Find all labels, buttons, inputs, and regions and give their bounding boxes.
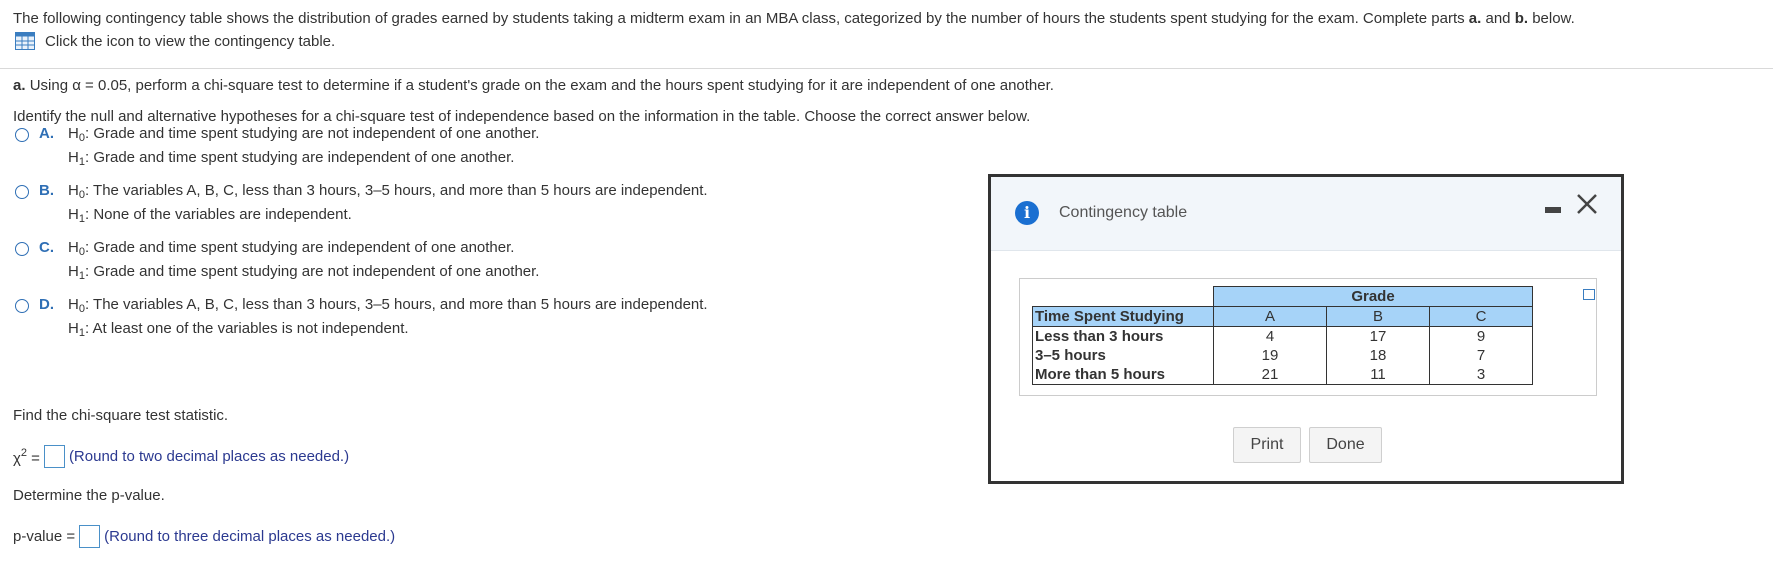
grade-group-header: Grade	[1213, 286, 1533, 307]
option-a-h1: H1: Grade and time spent studying are in…	[68, 149, 515, 168]
option-c-h0: H0: Grade and time spent studying are in…	[68, 239, 515, 258]
print-button[interactable]: Print	[1233, 427, 1301, 463]
copy-table-icon[interactable]	[1583, 289, 1595, 300]
chi-square-answer-line: χ2 = (Round to two decimal places as nee…	[13, 445, 349, 468]
problem-intro: The following contingency table shows th…	[13, 10, 1575, 27]
option-a-h0: H0: Grade and time spent studying are no…	[68, 125, 540, 144]
view-table-text[interactable]: Click the icon to view the contingency t…	[45, 33, 335, 50]
option-b-h1: H1: None of the variables are independen…	[68, 206, 352, 225]
table-row: More than 5 hours 21 11 3	[1032, 365, 1533, 385]
close-icon[interactable]	[1576, 193, 1598, 215]
option-d-h0: H0: The variables A, B, C, less than 3 h…	[68, 296, 708, 315]
option-c-h1: H1: Grade and time spent studying are no…	[68, 263, 540, 282]
radio-b[interactable]	[15, 185, 29, 199]
row-header: Time Spent Studying	[1032, 306, 1214, 327]
find-statistic-label: Find the chi-square test statistic.	[13, 407, 229, 424]
pvalue-input[interactable]	[79, 525, 101, 548]
radio-a[interactable]	[15, 128, 29, 142]
radio-c[interactable]	[15, 242, 29, 256]
table-frame: Grade Time Spent Studying A B C Less tha…	[1019, 278, 1597, 396]
contingency-table: Grade Time Spent Studying A B C Less tha…	[1032, 286, 1533, 385]
pvalue-answer-line: p-value = (Round to three decimal places…	[13, 525, 395, 548]
radio-d[interactable]	[15, 299, 29, 313]
contingency-table-dialog: i Contingency table Grade Time Spent Stu…	[988, 174, 1624, 484]
table-row: 3–5 hours 19 18 7	[1032, 346, 1533, 365]
dialog-header: i Contingency table	[991, 177, 1621, 251]
pvalue-instruction: Determine the p-value.	[13, 487, 165, 504]
table-icon[interactable]	[15, 32, 35, 50]
column-header-c: C	[1429, 306, 1533, 327]
divider	[0, 68, 1773, 69]
view-table-link[interactable]: Click the icon to view the contingency t…	[15, 32, 335, 50]
chi-square-input[interactable]	[43, 445, 65, 468]
identify-instruction: Identify the null and alternative hypoth…	[13, 108, 1031, 125]
option-b-h0: H0: The variables A, B, C, less than 3 h…	[68, 182, 708, 201]
dialog-title: Contingency table	[1059, 204, 1188, 221]
pvalue-hint: (Round to three decimal places as needed…	[104, 528, 396, 545]
table-row: Less than 3 hours 4 17 9	[1032, 326, 1533, 346]
info-icon: i	[1015, 201, 1039, 225]
part-a-question: a. Using α = 0.05, perform a chi-square …	[13, 77, 1054, 94]
minimize-icon[interactable]	[1545, 207, 1561, 213]
column-header-a: A	[1213, 306, 1327, 327]
chi-square-hint: (Round to two decimal places as needed.)	[68, 448, 350, 465]
option-d-h1: H1: At least one of the variables is not…	[68, 320, 409, 339]
done-button[interactable]: Done	[1309, 427, 1382, 463]
pvalue-label: p-value =	[13, 528, 76, 545]
chi-symbol: χ2 =	[13, 446, 40, 467]
column-header-b: B	[1326, 306, 1430, 327]
